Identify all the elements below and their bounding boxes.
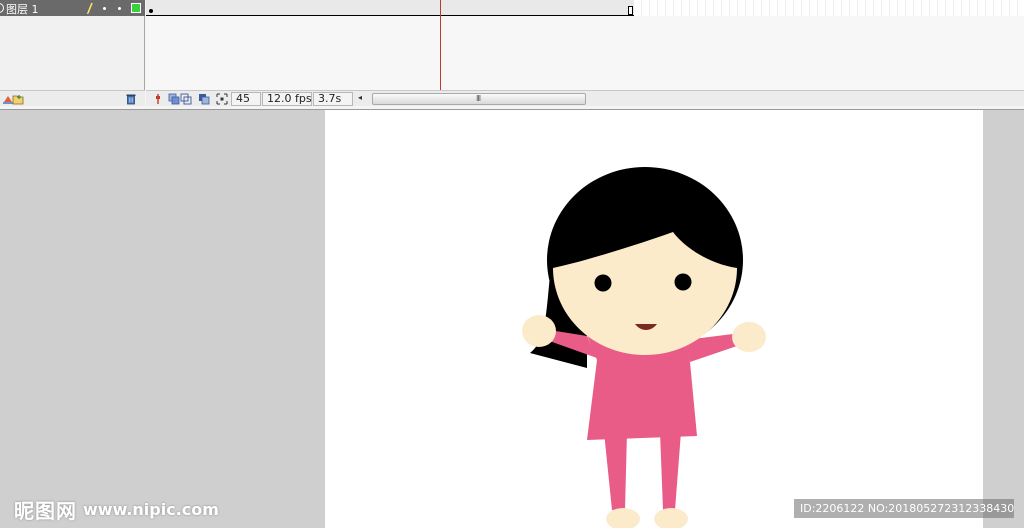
pencil-icon bbox=[87, 2, 93, 14]
pasteboard bbox=[0, 110, 1024, 528]
edit-multiple-frames-icon[interactable] bbox=[198, 93, 210, 105]
right-leg bbox=[660, 432, 681, 510]
playhead[interactable] bbox=[440, 0, 441, 90]
frame-rate-field[interactable]: 12.0 fps bbox=[262, 92, 312, 106]
trash-icon[interactable] bbox=[125, 93, 137, 105]
timeline-horizontal-scrollbar[interactable]: III bbox=[372, 93, 586, 105]
left-eye bbox=[594, 274, 612, 292]
layer-name[interactable]: 图层 1 bbox=[6, 1, 39, 17]
right-foot bbox=[654, 508, 688, 528]
timeline-status-bar: 45 12.0 fps 3.7s ◂ III bbox=[146, 90, 1024, 106]
scrollbar-grip[interactable]: III bbox=[476, 95, 481, 103]
end-frame-marker[interactable] bbox=[628, 6, 633, 15]
right-eye bbox=[674, 273, 692, 291]
layer-row[interactable]: 图层 1 bbox=[0, 0, 145, 16]
empty-frames[interactable] bbox=[634, 0, 1024, 16]
left-foot bbox=[606, 508, 640, 528]
elapsed-time-field: 3.7s bbox=[313, 92, 353, 106]
modify-onion-markers-icon[interactable] bbox=[216, 93, 228, 105]
layers-column: 图层 1 bbox=[0, 0, 145, 106]
onion-skin-outline-icon[interactable] bbox=[180, 93, 192, 105]
watermark-url: www.nipic.com bbox=[83, 500, 219, 519]
current-frame-field[interactable]: 45 bbox=[231, 92, 261, 106]
center-frame-icon[interactable] bbox=[152, 93, 164, 105]
girl-character[interactable] bbox=[325, 110, 983, 528]
frames-grid[interactable] bbox=[146, 0, 1024, 90]
eye-dot-icon[interactable] bbox=[103, 7, 106, 10]
timeline-panel: 图层 1 45 12.0 fps 3.7s ◂ III bbox=[0, 0, 1024, 110]
left-leg bbox=[604, 432, 627, 510]
onion-skin-icon[interactable] bbox=[168, 93, 180, 105]
nipic-watermark-logo: 昵图网 www.nipic.com bbox=[14, 495, 219, 524]
stage-canvas[interactable] bbox=[325, 110, 983, 528]
keyframe-dot[interactable] bbox=[149, 9, 153, 13]
scroll-left-arrow-icon[interactable]: ◂ bbox=[358, 93, 362, 102]
right-hand bbox=[732, 322, 766, 352]
watermark-logo-text: 昵图网 bbox=[14, 499, 77, 523]
left-hand bbox=[522, 315, 556, 347]
add-folder-icon[interactable] bbox=[12, 93, 24, 105]
layer-type-icon bbox=[0, 3, 4, 13]
layer-toolbar bbox=[0, 90, 145, 106]
watermark-id: ID:2206122 NO:20180527231233843000 bbox=[794, 499, 1014, 518]
lock-dot-icon[interactable] bbox=[118, 7, 121, 10]
outline-square-icon[interactable] bbox=[131, 3, 141, 13]
keyframe-span[interactable] bbox=[146, 0, 634, 16]
